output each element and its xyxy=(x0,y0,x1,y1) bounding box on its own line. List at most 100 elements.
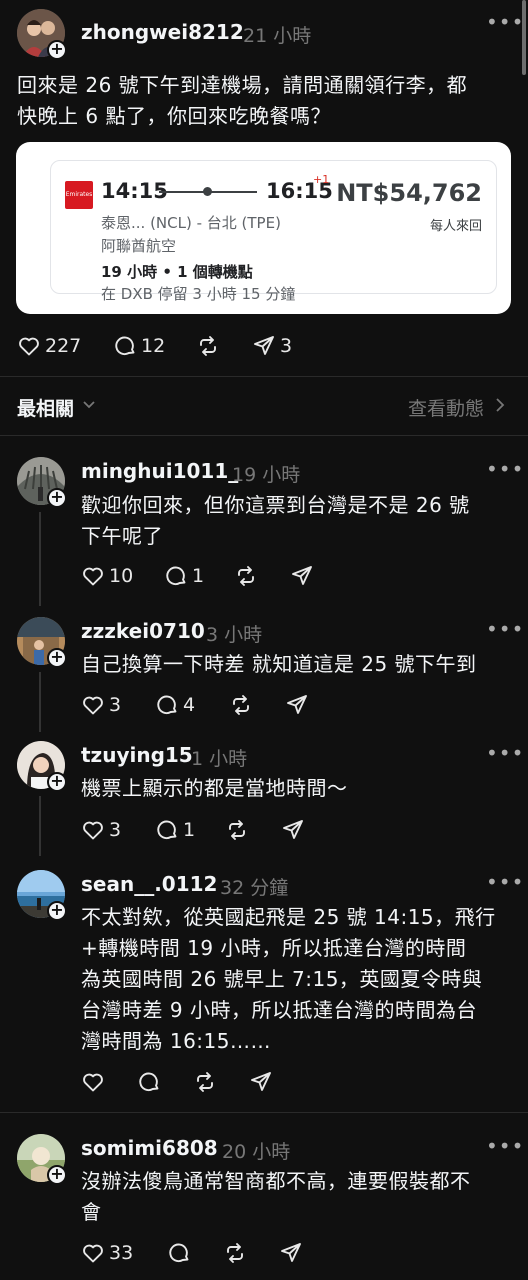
reply-text-line: 不太對欸，從英國起飛是 25 號 14:15，飛行 xyxy=(81,905,496,929)
reply-username[interactable]: minghui1011_ xyxy=(81,459,238,483)
follow-plus-icon[interactable]: + xyxy=(47,488,67,508)
divider xyxy=(0,376,528,377)
day-offset: +1 xyxy=(313,173,330,186)
share-button[interactable] xyxy=(249,1067,273,1097)
comment-icon xyxy=(139,1072,159,1092)
divider xyxy=(0,1112,528,1113)
follow-plus-icon[interactable]: + xyxy=(47,901,67,921)
more-options-icon[interactable]: ••• xyxy=(486,457,524,481)
like-count: 3 xyxy=(109,694,122,716)
share-button[interactable] xyxy=(281,815,305,845)
reply-actions: 3 4 xyxy=(0,690,528,720)
repost-button[interactable] xyxy=(196,331,220,361)
like-button[interactable]: 227 xyxy=(17,331,81,361)
comment-icon xyxy=(166,566,186,586)
reply-time: 3 小時 xyxy=(206,624,263,646)
reply-text-line: 灣時間為 16:15…… xyxy=(81,1029,271,1053)
like-button[interactable]: 33 xyxy=(81,1238,133,1268)
reply-text-line: +轉機時間 19 小時，所以抵達台灣的時間 xyxy=(81,936,467,960)
like-button[interactable]: 3 xyxy=(81,690,121,720)
more-options-icon[interactable]: ••• xyxy=(486,870,524,894)
reply-text-line: 會 xyxy=(81,1200,102,1224)
like-count: 33 xyxy=(109,1242,134,1264)
share-button[interactable] xyxy=(290,561,314,591)
repost-button[interactable] xyxy=(229,690,253,720)
post-actions: 227 12 3 xyxy=(0,331,528,361)
reply-username[interactable]: zzzkei0710 xyxy=(81,619,205,643)
comment-count: 12 xyxy=(141,335,166,357)
reply-time: 19 小時 xyxy=(232,464,301,486)
send-icon xyxy=(281,1243,301,1262)
more-options-icon[interactable]: ••• xyxy=(486,617,524,641)
depart-time: 14:15 xyxy=(101,179,168,203)
comment-count: 4 xyxy=(183,694,196,716)
flight-result: Emirates 14:15 16:15 +1 泰恩... (NCL) - 台北… xyxy=(50,160,497,303)
repost-icon xyxy=(227,1243,243,1263)
reply-text-line: 下午呢了 xyxy=(81,524,163,548)
reply-username[interactable]: tzuying15 xyxy=(81,743,193,767)
follow-plus-icon[interactable]: + xyxy=(47,648,67,668)
share-button[interactable]: 3 xyxy=(252,331,292,361)
airline: 阿聯酋航空 xyxy=(101,237,177,255)
repost-button[interactable] xyxy=(193,1067,217,1097)
reply-text-line: 機票上顯示的都是當地時間～ xyxy=(81,776,348,800)
follow-plus-icon[interactable]: + xyxy=(47,772,67,792)
send-icon xyxy=(251,1072,271,1091)
flight-image-card[interactable]: Emirates 14:15 16:15 +1 泰恩... (NCL) - 台北… xyxy=(16,142,511,314)
reply-text-line: 台灣時差 9 小時，所以抵達台灣的時間為台 xyxy=(81,998,477,1022)
post-text-line-2: 快晚上 6 點了，你回來吃晚餐嗎？ xyxy=(17,104,331,128)
reply-username[interactable]: sean__.0112 xyxy=(81,872,217,896)
price-note: 每人來回 xyxy=(429,219,482,234)
like-button[interactable] xyxy=(81,1067,109,1097)
price: NT$54,762 xyxy=(336,179,482,207)
post-username[interactable]: zhongwei8212 xyxy=(81,20,244,44)
repost-button[interactable] xyxy=(225,815,249,845)
reply-text-line: 自己換算一下時差 就知道這是 25 號下午到 xyxy=(81,652,477,676)
share-button[interactable] xyxy=(279,1238,303,1268)
like-count: 10 xyxy=(109,565,134,587)
more-options-icon[interactable]: ••• xyxy=(486,10,524,34)
repost-button[interactable] xyxy=(223,1238,247,1268)
chevron-down-icon[interactable] xyxy=(82,398,96,412)
more-options-icon[interactable]: ••• xyxy=(486,741,524,765)
reply-text-line: 為英國時間 26 號早上 7:15，英國夏令時與 xyxy=(81,967,483,991)
reply-time: 20 小時 xyxy=(222,1141,291,1163)
divider xyxy=(0,435,528,436)
chevron-right-icon[interactable] xyxy=(494,397,506,413)
like-count: 227 xyxy=(45,335,82,357)
like-button[interactable]: 10 xyxy=(81,561,133,591)
comment-icon xyxy=(157,820,177,840)
follow-plus-icon[interactable]: + xyxy=(47,1165,67,1185)
post-time: 21 小時 xyxy=(243,25,312,47)
more-options-icon[interactable]: ••• xyxy=(486,1134,524,1158)
repost-button[interactable] xyxy=(234,561,258,591)
reply-actions: 10 1 xyxy=(0,561,528,591)
reply-username[interactable]: somimi6808 xyxy=(81,1136,218,1160)
share-button[interactable] xyxy=(285,690,309,720)
send-icon xyxy=(254,336,274,355)
reply-actions: 3 1 xyxy=(0,815,528,845)
comment-button[interactable]: 1 xyxy=(164,561,204,591)
view-activity-link[interactable]: 查看動態 xyxy=(408,394,484,421)
comment-button[interactable]: 12 xyxy=(113,331,165,361)
heart-icon xyxy=(83,821,103,840)
reply-text-line: 歡迎你回來，但你這票到台灣是不是 26 號 xyxy=(81,493,470,517)
comment-count: 1 xyxy=(183,819,196,841)
heart-icon xyxy=(83,1244,103,1263)
repost-icon xyxy=(200,336,216,356)
heart-icon xyxy=(19,337,39,356)
follow-plus-icon[interactable]: + xyxy=(47,40,67,60)
comment-button[interactable] xyxy=(167,1238,195,1268)
reply-time: 32 分鐘 xyxy=(220,877,289,899)
like-count: 3 xyxy=(109,819,122,841)
comment-count: 1 xyxy=(192,565,205,587)
comment-button[interactable]: 4 xyxy=(155,690,195,720)
like-button[interactable]: 3 xyxy=(81,815,121,845)
repost-icon xyxy=(238,566,254,586)
thread-line xyxy=(39,512,41,606)
heart-icon xyxy=(83,567,103,586)
sort-dropdown[interactable]: 最相關 xyxy=(17,394,74,421)
comment-button[interactable]: 1 xyxy=(155,815,195,845)
comment-button[interactable] xyxy=(137,1067,165,1097)
comment-icon xyxy=(157,695,177,715)
